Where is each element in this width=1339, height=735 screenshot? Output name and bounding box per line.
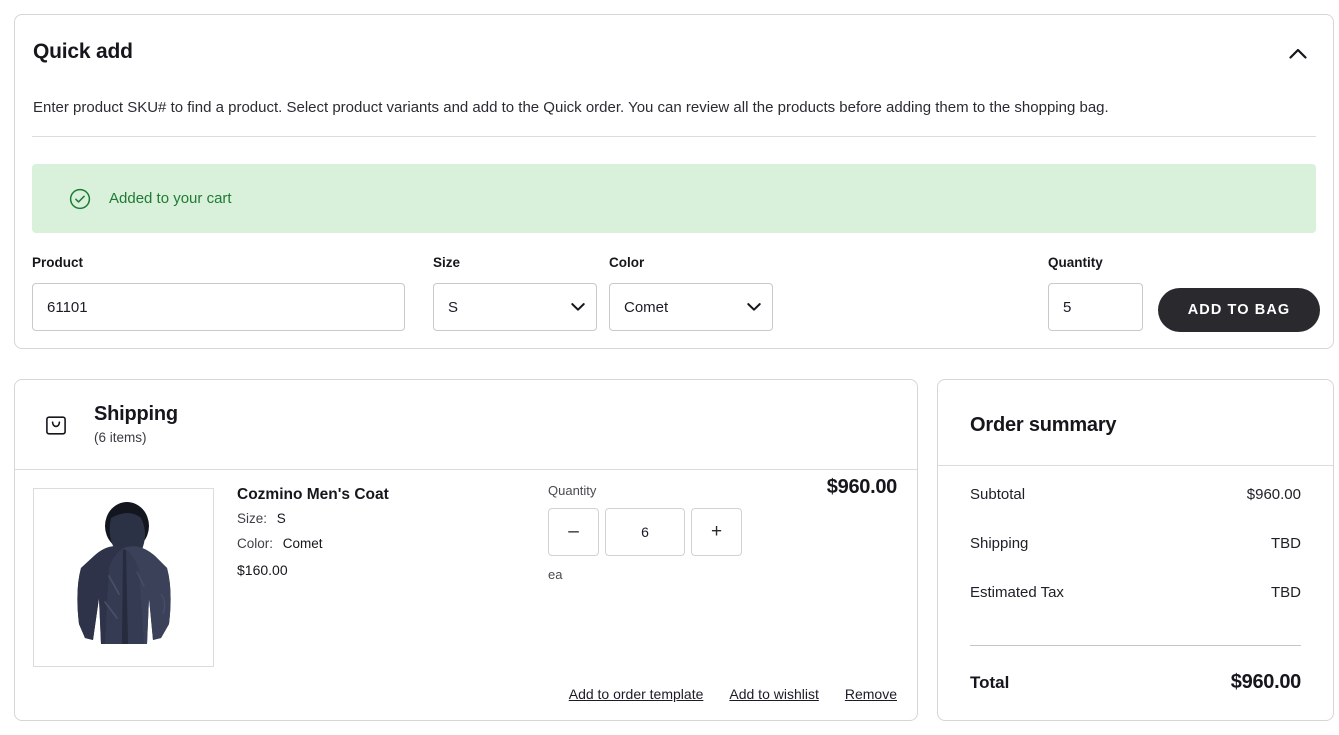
product-size: Size: S [237,508,389,530]
increment-quantity-button[interactable]: + [691,508,742,556]
product-color-label: Color: [237,536,273,551]
size-select[interactable]: S [433,283,597,331]
order-summary-header: Order summary [970,413,1116,437]
order-summary-card: Order summary Subtotal $960.00 Shipping … [937,379,1334,721]
color-label: Color [609,255,773,271]
add-to-order-template-link[interactable]: Add to order template [569,686,704,702]
line-item-total: $960.00 [827,476,897,499]
estimated-tax-value: TBD [1271,584,1301,601]
quick-add-form: Product Size S Color [32,255,1316,335]
summary-row-total: Total $960.00 [970,671,1301,694]
chevron-up-icon [1289,47,1307,62]
size-label: Size [433,255,597,271]
quick-add-collapse-button[interactable] [1281,39,1315,69]
product-size-label: Size: [237,511,267,526]
subtotal-value: $960.00 [1247,486,1301,503]
add-to-bag-button[interactable]: ADD TO BAG [1158,288,1320,332]
product-size-value: S [277,511,286,526]
summary-row-shipping: Shipping TBD [970,535,1301,584]
quantity-unit: ea [548,566,742,584]
quantity-field: Quantity [1048,255,1143,331]
add-to-wishlist-link[interactable]: Add to wishlist [729,686,818,702]
shipping-header-texts: Shipping (6 items) [94,402,178,447]
quantity-input[interactable] [1048,283,1143,331]
product-thumbnail[interactable] [33,488,214,667]
order-summary-rows: Subtotal $960.00 Shipping TBD Estimated … [970,486,1301,694]
quick-add-header: Quick add [33,39,1315,69]
quantity-stepper: Quantity – + ea [548,482,742,584]
total-label: Total [970,673,1009,693]
quick-add-description: Enter product SKU# to find a product. Se… [33,97,1109,119]
check-circle-icon [69,188,91,210]
summary-total-divider [970,645,1301,646]
product-label: Product [32,255,405,271]
shipping-items-count: (6 items) [94,429,178,447]
line-quantity-label: Quantity [548,482,742,500]
shipping-title: Shipping [94,402,178,426]
quantity-label: Quantity [1048,255,1143,271]
product-info: Cozmino Men's Coat Size: S Color: Comet … [237,485,389,580]
quick-add-title: Quick add [33,39,133,65]
product-sku-input[interactable] [32,283,405,331]
summary-row-subtotal: Subtotal $960.00 [970,486,1301,535]
color-select[interactable]: Comet [609,283,773,331]
subtotal-label: Subtotal [970,486,1025,503]
color-field: Color Comet [609,255,773,331]
summary-row-tax: Estimated Tax TBD [970,584,1301,633]
shipping-card: Shipping (6 items) [14,379,918,721]
order-summary-title: Order summary [970,413,1116,437]
total-value: $960.00 [1231,671,1301,694]
line-quantity-input[interactable] [605,508,685,556]
cart-line-item: Cozmino Men's Coat Size: S Color: Comet … [15,470,917,720]
quick-order-page: Quick add Enter product SKU# to find a p… [0,0,1339,735]
product-name[interactable]: Cozmino Men's Coat [237,485,389,505]
quick-add-card: Quick add Enter product SKU# to find a p… [14,14,1334,349]
alert-message: Added to your cart [109,189,232,209]
size-field: Size S [433,255,597,331]
product-color-value: Comet [283,536,323,551]
remove-link[interactable]: Remove [845,686,897,702]
shopping-bag-icon [45,413,67,436]
product-field: Product [32,255,405,331]
shipping-cost-label: Shipping [970,535,1028,552]
order-summary-divider [938,465,1333,466]
added-to-cart-alert: Added to your cart [32,164,1316,233]
line-item-actions: Add to order template Add to wishlist Re… [569,686,897,702]
mens-navy-hooded-coat-illustration [49,498,199,658]
shipping-cost-value: TBD [1271,535,1301,552]
estimated-tax-label: Estimated Tax [970,584,1064,601]
quick-add-divider [32,136,1316,137]
product-color: Color: Comet [237,533,389,555]
decrement-quantity-button[interactable]: – [548,508,599,556]
product-unit-price: $160.00 [237,560,389,580]
shipping-header: Shipping (6 items) [15,380,917,469]
